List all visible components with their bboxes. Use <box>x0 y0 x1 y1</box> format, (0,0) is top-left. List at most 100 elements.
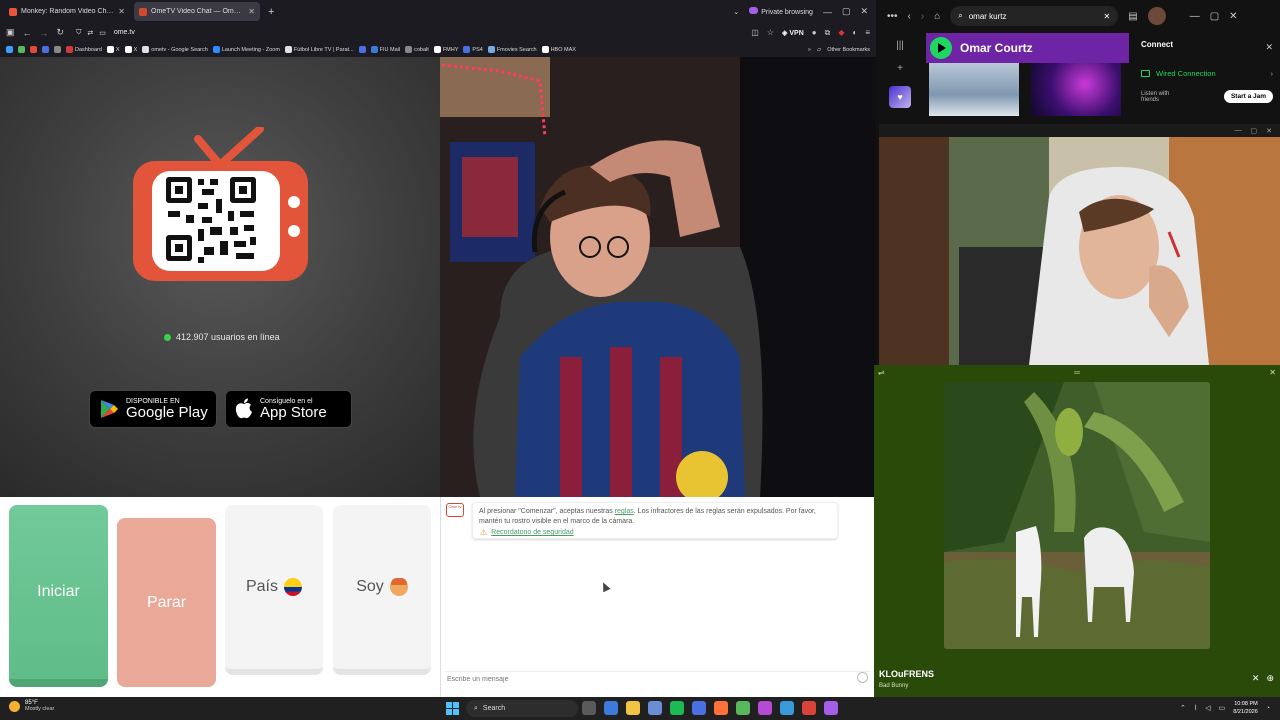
browse-icon[interactable]: ▤ <box>1128 11 1137 22</box>
maximize-icon[interactable]: ▢ <box>1251 127 1258 135</box>
weather-widget[interactable]: 85°F Mostly clear <box>9 700 54 712</box>
close-icon[interactable]: ✕ <box>1269 368 1276 377</box>
remove-icon[interactable]: ✕ <box>1252 673 1260 684</box>
extensions-icon[interactable]: ⧉ <box>825 28 831 38</box>
new-tab-icon[interactable]: + <box>268 6 274 18</box>
extension-flame-icon[interactable]: ◐ <box>852 28 857 37</box>
wifi-icon[interactable]: ⌇ <box>1194 704 1197 712</box>
gender-button[interactable]: Soy <box>333 505 431 675</box>
battery-icon[interactable]: ▭ <box>1219 704 1226 712</box>
liked-songs-icon[interactable]: ♥ <box>889 86 911 108</box>
bookmark-item[interactable]: Fmovies Search <box>487 46 537 53</box>
maximize-icon[interactable]: ▢ <box>842 6 851 17</box>
album-thumbnail[interactable] <box>1031 63 1121 116</box>
taskbar-app-icon[interactable] <box>758 701 772 715</box>
taskbar-app-icon[interactable] <box>736 701 750 715</box>
google-play-button[interactable]: DISPONIBLE EN Google Play <box>89 390 217 428</box>
tab-list-chevron-icon[interactable]: ⌄ <box>733 8 739 16</box>
bookmark-item[interactable] <box>42 46 49 53</box>
safety-reminder-link[interactable]: Recordatorio de seguridad <box>491 528 574 538</box>
minimize-icon[interactable]: — <box>1190 11 1200 22</box>
extension-icon[interactable]: ◆ <box>838 28 844 37</box>
bookmark-item[interactable] <box>358 46 366 53</box>
bookmark-item[interactable]: Dashboard <box>66 46 102 53</box>
vpn-button[interactable]: ◈ VPN <box>782 29 804 37</box>
bookmark-item[interactable]: ometv - Google Search <box>142 46 208 53</box>
close-icon[interactable]: ✕ <box>1265 42 1273 53</box>
back-icon[interactable]: ‹ <box>908 11 911 22</box>
avatar[interactable] <box>1147 7 1166 25</box>
bookmark-star-icon[interactable]: ☆ <box>767 28 774 37</box>
taskbar-app-icon[interactable] <box>780 701 794 715</box>
notifications-icon[interactable]: ◔ <box>1266 705 1270 712</box>
bookmark-item[interactable]: X <box>124 46 137 53</box>
start-menu-icon[interactable] <box>446 702 459 715</box>
add-to-library-icon[interactable]: ⊕ <box>1266 673 1274 684</box>
clear-search-icon[interactable]: ✕ <box>1104 12 1111 21</box>
more-menu-icon[interactable]: ••• <box>887 11 898 22</box>
start-button[interactable]: Iniciar <box>9 505 108 687</box>
close-window-icon[interactable]: ✕ <box>860 6 868 17</box>
taskbar-search[interactable]: ⌕ Search <box>466 700 578 717</box>
taskbar-app-icon[interactable] <box>626 701 640 715</box>
emoji-icon[interactable] <box>857 672 868 683</box>
taskbar-app-icon[interactable] <box>824 701 838 715</box>
artist-result[interactable]: Omar Courtz <box>926 33 1129 63</box>
close-window-icon[interactable]: ✕ <box>1266 127 1272 135</box>
bookmark-item[interactable]: cobalt <box>405 46 429 53</box>
clock[interactable]: 10:08 PM 8/21/2026 <box>1233 700 1257 716</box>
tab-ometv[interactable]: OmeTV Video Chat — Omegle ✕ <box>134 2 260 21</box>
minimize-icon[interactable]: — <box>823 7 832 17</box>
tab-monkey[interactable]: Monkey: Random Video Chat | ✕ <box>4 2 130 21</box>
taskbar-app-icon[interactable] <box>604 701 618 715</box>
library-icon[interactable]: ||| <box>896 40 904 51</box>
country-button[interactable]: País <box>225 505 323 675</box>
settings-icon[interactable]: ⇌ <box>878 368 885 377</box>
stop-button[interactable]: Parar <box>117 518 216 687</box>
home-icon[interactable]: ⌂ <box>934 11 940 22</box>
back-icon[interactable]: ← <box>23 28 32 38</box>
bookmark-item[interactable]: HBO MAX <box>541 46 576 53</box>
minimize-icon[interactable]: — <box>1235 127 1242 134</box>
taskbar-app-icon[interactable] <box>582 701 596 715</box>
url-text[interactable]: ome.tv <box>114 29 135 36</box>
bookmark-item[interactable] <box>18 46 25 53</box>
url-bar[interactable]: ⛉ ⇄ ▭ ome.tv <box>72 25 743 40</box>
bookmark-item[interactable]: X <box>106 46 120 53</box>
start-jam-button[interactable]: Start a Jam <box>1223 90 1273 103</box>
rules-link[interactable]: reglas <box>615 508 634 515</box>
close-window-icon[interactable]: ✕ <box>1229 11 1237 22</box>
taskbar-app-icon[interactable] <box>648 701 662 715</box>
close-tab-icon[interactable]: ✕ <box>118 7 125 16</box>
bookmark-item[interactable]: Launch Meeting - Zoom <box>212 46 280 53</box>
tray-chevron-icon[interactable]: ⌃ <box>1180 704 1186 712</box>
forward-icon[interactable]: › <box>921 11 924 22</box>
menu-icon[interactable]: ≡ <box>865 28 870 37</box>
reload-icon[interactable]: ↻ <box>57 27 65 38</box>
permissions-icon[interactable]: ⇄ <box>87 29 93 37</box>
bookmark-item[interactable] <box>30 46 37 53</box>
message-input[interactable] <box>445 671 871 687</box>
forward-icon[interactable]: → <box>40 28 49 38</box>
bookmark-item[interactable]: Fútbol Libre TV | Parat... <box>284 46 354 53</box>
taskbar-app-icon[interactable] <box>714 701 728 715</box>
volume-icon[interactable]: ◁ <box>1205 704 1210 712</box>
play-icon[interactable] <box>930 37 952 59</box>
other-bookmarks[interactable]: » ▱ Other Bookmarks <box>808 47 870 53</box>
overflow-chevron-icon[interactable]: » <box>808 47 811 53</box>
sidebar-toggle-icon[interactable]: ▣ <box>6 27 15 38</box>
add-icon[interactable]: + <box>897 63 903 74</box>
taskbar-app-icon[interactable] <box>670 701 684 715</box>
taskbar-app-icon[interactable] <box>692 701 706 715</box>
camera-permission-icon[interactable]: ◫ <box>751 28 759 37</box>
album-thumbnail[interactable] <box>929 63 1019 116</box>
drag-handle-icon[interactable]: ═ <box>1074 368 1080 377</box>
app-store-button[interactable]: Consíguelo en el App Store <box>225 390 352 428</box>
bookmark-item[interactable] <box>54 46 61 53</box>
maximize-icon[interactable]: ▢ <box>1210 11 1219 22</box>
close-tab-icon[interactable]: ✕ <box>248 7 255 16</box>
bookmark-item[interactable]: FIU Mail <box>370 46 400 53</box>
taskbar-app-icon[interactable] <box>802 701 816 715</box>
bookmark-item[interactable]: FMHY <box>433 46 458 53</box>
spotify-search-input[interactable]: ⌕ omar kurtz ✕ <box>950 6 1119 26</box>
